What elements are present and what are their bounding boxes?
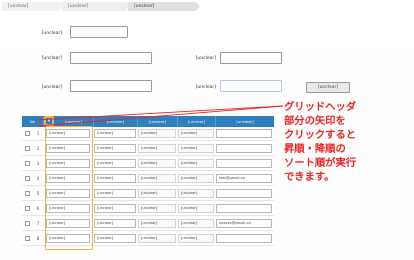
breadcrumb-item[interactable]: [unclear] — [2, 2, 64, 11]
callout-line: できます。 — [284, 171, 335, 183]
checkbox-icon[interactable] — [25, 131, 30, 136]
row-number: 7 — [36, 221, 40, 226]
callout-line: 部分の矢印を — [284, 115, 346, 127]
table-row[interactable]: 5 [unclear] [unclear] [unclear] [unclear] — [22, 187, 274, 201]
cell-name[interactable]: [unclear] — [94, 174, 136, 183]
table-row[interactable]: 7 [unclear] [unclear] [unclear] [unclear] xxx… — [22, 217, 274, 231]
cell-id[interactable]: [unclear] — [46, 189, 90, 198]
row-number: 8 — [36, 236, 40, 241]
cell-date[interactable]: [unclear] — [178, 189, 214, 198]
cell-code[interactable]: [unclear] — [138, 129, 176, 138]
cell-name[interactable]: [unclear] — [94, 189, 136, 198]
cell-code[interactable]: [unclear] — [138, 174, 176, 183]
table-row[interactable]: 2 [unclear] [unclear] [unclear] [unclear] — [22, 142, 274, 156]
cell-id[interactable]: [unclear] — [46, 159, 90, 168]
text-input[interactable] — [70, 52, 152, 64]
data-grid: No [unclear] [unclear] [unclear] [unclea… — [22, 116, 274, 250]
callout-line: 昇順・降順の — [284, 143, 346, 155]
column-header-code[interactable]: [unclear] — [138, 116, 178, 127]
table-row[interactable]: 3 [unclear] [unclear] [unclear] [unclear] — [22, 157, 274, 171]
cell-id[interactable]: [unclear] — [46, 144, 90, 153]
cell-mail[interactable] — [216, 234, 272, 243]
cell-mail[interactable]: test@gmail.co — [216, 174, 272, 183]
field-label: [unclear] — [195, 56, 216, 61]
checkbox-icon[interactable] — [25, 191, 30, 196]
callout-text: グリッドヘッダ 部分の矢印を クリックすると 昇順・降順の ソート順が実行 でき… — [284, 100, 414, 184]
cell-id[interactable]: [unclear] — [46, 234, 90, 243]
cell-code[interactable]: [unclear] — [138, 204, 176, 213]
column-header-date[interactable]: [unclear] — [178, 116, 216, 127]
cell-code[interactable]: [unclear] — [138, 159, 176, 168]
field-label: [unclear] — [41, 85, 62, 90]
cell-id[interactable]: [unclear] — [46, 129, 90, 138]
checkbox-icon[interactable] — [25, 161, 30, 166]
row-number: 4 — [36, 176, 40, 181]
cell-name[interactable]: [unclear] — [94, 219, 136, 228]
checkbox-icon[interactable] — [25, 236, 30, 241]
callout-line: グリッドヘッダ — [284, 101, 357, 113]
cell-date[interactable]: [unclear] — [178, 159, 214, 168]
cell-mail[interactable] — [216, 144, 272, 153]
table-row[interactable]: 4 [unclear] [unclear] [unclear] [unclear] tes… — [22, 172, 274, 186]
cell-name[interactable]: [unclear] — [94, 159, 136, 168]
checkbox-icon[interactable] — [25, 146, 30, 151]
row-number: 6 — [36, 206, 40, 211]
table-row[interactable]: 8 [unclear] [unclear] [unclear] [unclear] — [22, 232, 274, 246]
breadcrumb-item[interactable]: [unclear] — [62, 2, 130, 11]
text-input[interactable] — [220, 80, 282, 92]
field-label: [unclear] — [195, 85, 216, 90]
cell-code[interactable]: [unclear] — [138, 144, 176, 153]
cell-name[interactable]: [unclear] — [94, 144, 136, 153]
sort-arrow-icon[interactable]: ▾ — [46, 118, 52, 124]
table-row[interactable]: 1 [unclear] [unclear] [unclear] [unclear] — [22, 127, 274, 141]
row-number: 1 — [36, 131, 40, 136]
row-number: 3 — [36, 161, 40, 166]
cell-mail[interactable]: xxxxxx@gmail.co — [216, 219, 272, 228]
cell-name[interactable]: [unclear] — [94, 204, 136, 213]
callout-line: クリックすると — [284, 129, 357, 141]
cell-date[interactable]: [unclear] — [178, 204, 214, 213]
checkbox-icon[interactable] — [25, 206, 30, 211]
cell-code[interactable]: [unclear] — [138, 189, 176, 198]
cell-code[interactable]: [unclear] — [138, 234, 176, 243]
cell-id[interactable]: [unclear] — [46, 174, 90, 183]
text-input[interactable] — [70, 26, 128, 38]
text-input[interactable] — [70, 80, 152, 92]
row-number: 5 — [36, 191, 40, 196]
row-number: 2 — [36, 146, 40, 151]
checkbox-icon[interactable] — [25, 176, 30, 181]
cell-mail[interactable] — [216, 129, 272, 138]
cell-date[interactable]: [unclear] — [178, 174, 214, 183]
cell-id[interactable]: [unclear] — [46, 204, 90, 213]
cell-mail[interactable] — [216, 189, 272, 198]
cell-id[interactable]: [unclear] — [46, 219, 90, 228]
breadcrumb: [unclear] [unclear] [unclear] — [0, 0, 414, 12]
cell-name[interactable]: [unclear] — [94, 234, 136, 243]
cell-code[interactable]: [unclear] — [138, 219, 176, 228]
cell-mail[interactable] — [216, 159, 272, 168]
column-header-no[interactable]: No — [22, 116, 44, 127]
table-row[interactable]: 6 [unclear] [unclear] [unclear] [unclear] — [22, 202, 274, 216]
column-header-mail[interactable]: [unclear] — [216, 116, 274, 127]
cell-date[interactable]: [unclear] — [178, 144, 214, 153]
cell-name[interactable]: [unclear] — [94, 129, 136, 138]
column-header-name[interactable]: [unclear] — [94, 116, 138, 127]
cell-date[interactable]: [unclear] — [178, 234, 214, 243]
search-button[interactable]: [unclear] — [306, 82, 350, 93]
text-input[interactable] — [220, 52, 282, 64]
cell-date[interactable]: [unclear] — [178, 129, 214, 138]
cell-date[interactable]: [unclear] — [178, 219, 214, 228]
field-label: [unclear] — [41, 31, 62, 36]
field-label: [unclear] — [41, 56, 62, 61]
breadcrumb-item-current: [unclear] — [128, 2, 200, 11]
cell-mail[interactable] — [216, 204, 272, 213]
callout-line: ソート順が実行 — [284, 157, 357, 169]
grid-header: No [unclear] [unclear] [unclear] [unclea… — [22, 116, 274, 127]
checkbox-icon[interactable] — [25, 221, 30, 226]
